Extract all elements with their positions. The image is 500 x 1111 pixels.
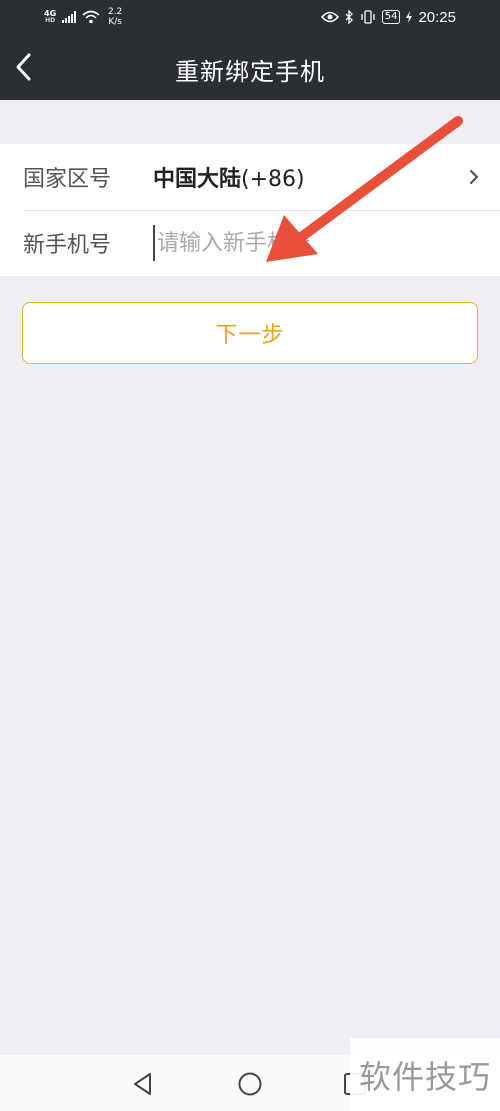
status-left: 4G HD 2.2 K/s xyxy=(44,7,124,27)
triangle-back-icon[interactable] xyxy=(130,1071,156,1097)
bluetooth-icon xyxy=(345,10,353,24)
charging-icon xyxy=(406,11,413,23)
signal-icon xyxy=(62,11,77,23)
country-dial-code: (+86) xyxy=(241,167,305,192)
new-phone-input[interactable] xyxy=(153,225,473,261)
new-phone-label: 新手机号 xyxy=(23,233,112,258)
country-code-row[interactable]: 国家区号 中国大陆(+86) xyxy=(0,144,500,210)
next-step-button[interactable]: 下一步 xyxy=(22,302,478,364)
battery-level: 54 xyxy=(381,10,401,24)
wifi-icon xyxy=(82,10,100,24)
vibrate-icon xyxy=(361,10,375,24)
watermark: 软件技巧 xyxy=(350,1038,500,1111)
country-name: 中国大陆 xyxy=(153,167,242,192)
nav-bar: 重新绑定手机 xyxy=(0,34,500,100)
speed-unit: K/s xyxy=(108,17,122,27)
clock: 20:25 xyxy=(418,8,456,26)
status-bar: 4G HD 2.2 K/s 54 20:25 xyxy=(0,0,500,34)
new-phone-row: 新手机号 xyxy=(0,210,500,276)
network-sub: HD xyxy=(45,17,56,24)
network-speed: 2.2 K/s xyxy=(106,7,124,27)
eye-icon xyxy=(320,11,339,23)
speed-value: 2.2 xyxy=(107,7,123,17)
circle-home-icon[interactable] xyxy=(237,1071,263,1097)
page-title: 重新绑定手机 xyxy=(175,58,325,86)
chevron-right-icon xyxy=(469,169,479,185)
form-card: 国家区号 中国大陆(+86) 新手机号 xyxy=(0,144,500,276)
status-right: 54 20:25 xyxy=(320,8,456,26)
country-code-label: 国家区号 xyxy=(23,167,112,192)
country-code-value: 中国大陆(+86) xyxy=(153,161,305,193)
